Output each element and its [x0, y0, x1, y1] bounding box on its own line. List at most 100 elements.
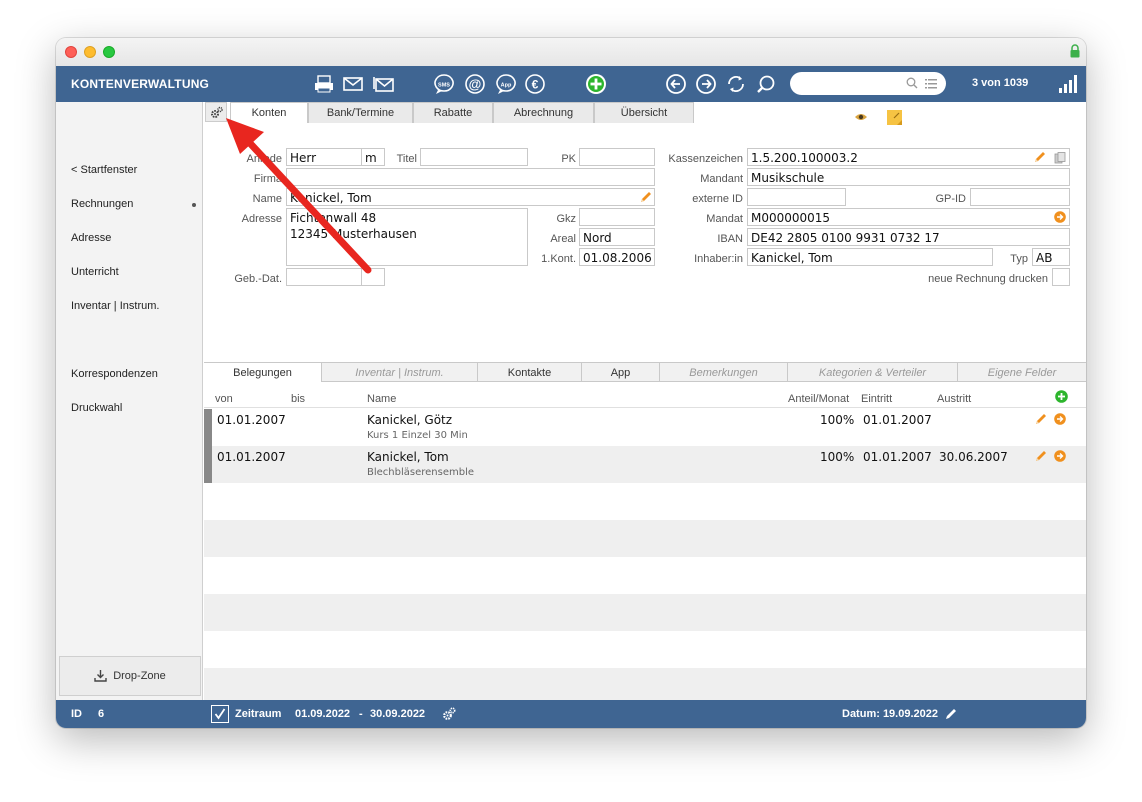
sidebar-item-inventar[interactable]: Inventar | Instrum. [71, 300, 159, 312]
refresh-icon[interactable] [725, 73, 747, 95]
sidebar-item-korrespondenzen[interactable]: Korrespondenzen [71, 368, 158, 380]
at-icon[interactable]: @ [464, 73, 486, 95]
name-label: Name [252, 193, 282, 205]
titel-field[interactable] [420, 148, 528, 166]
table-row[interactable]: 01.01.2007 Kanickel, Götz Kurs 1 Einzel … [204, 409, 1086, 446]
sticky-note-icon[interactable] [886, 109, 903, 126]
areal-field[interactable]: Nord [579, 228, 655, 246]
edit-row-icon[interactable] [1035, 413, 1047, 425]
sms-icon[interactable]: SMS [433, 73, 455, 95]
search-icon[interactable] [755, 73, 777, 95]
datum-display: Datum: 19.09.2022 [842, 708, 938, 720]
search-magnifier-icon [906, 77, 918, 89]
tab-rabatte[interactable]: Rabatte [413, 102, 493, 123]
add-row-icon[interactable] [1055, 390, 1068, 403]
col-anteil[interactable]: Anteil/Monat [788, 393, 849, 405]
open-row-icon[interactable] [1054, 413, 1066, 425]
col-eintritt[interactable]: Eintritt [861, 393, 892, 405]
cell-von: 01.01.2007 [217, 450, 286, 464]
sidebar-item-startfenster[interactable]: < Startfenster [71, 164, 137, 176]
tab-inventar[interactable]: Inventar | Instrum. [322, 363, 478, 382]
zeitraum-checkbox[interactable] [211, 705, 229, 723]
tab-kontakte[interactable]: Kontakte [478, 363, 582, 382]
minimize-window-button[interactable] [84, 46, 96, 58]
signal-bars-icon[interactable] [1058, 74, 1078, 94]
col-name[interactable]: Name [367, 393, 396, 405]
pencil-icon[interactable] [1034, 151, 1046, 163]
sidebar-item-rechnungen[interactable]: Rechnungen [71, 198, 133, 210]
empty-row [204, 557, 1086, 594]
app-icon[interactable]: App [495, 73, 517, 95]
pencil-icon[interactable] [640, 191, 652, 203]
tab-eigene-felder[interactable]: Eigene Felder [958, 363, 1086, 382]
search-options-icon[interactable] [925, 78, 937, 89]
drop-zone-label: Drop-Zone [113, 670, 166, 682]
age-field[interactable] [361, 268, 385, 286]
gender-field[interactable]: m [361, 148, 385, 166]
copy-icon[interactable] [1054, 152, 1066, 164]
mail-icon[interactable] [342, 73, 364, 95]
tab-bank-termine[interactable]: Bank/Termine [308, 102, 413, 123]
neue-rechnung-checkbox[interactable] [1052, 268, 1070, 286]
open-row-icon[interactable] [1054, 450, 1066, 462]
search-input[interactable] [800, 72, 910, 93]
zoom-window-button[interactable] [103, 46, 115, 58]
id-label: ID [71, 708, 82, 720]
col-von[interactable]: von [215, 393, 233, 405]
zeitraum-from[interactable]: 01.09.2022 [295, 708, 350, 720]
externe-id-field[interactable] [747, 188, 846, 206]
settings-gear-button[interactable] [205, 102, 227, 122]
typ-field[interactable]: AB [1032, 248, 1070, 266]
zeitraum-to[interactable]: 30.09.2022 [370, 708, 425, 720]
gp-id-field[interactable] [970, 188, 1070, 206]
search-field[interactable] [790, 72, 946, 95]
mandat-field[interactable]: M000000015 [747, 208, 1070, 226]
iban-field[interactable]: DE42 2805 0100 9931 0732 17 [747, 228, 1070, 246]
eye-icon[interactable] [854, 112, 868, 122]
close-window-button[interactable] [65, 46, 77, 58]
tab-uebersicht[interactable]: Übersicht [594, 102, 694, 123]
table-row[interactable]: 01.01.2007 Kanickel, Tom Blechbläserense… [204, 446, 1086, 483]
pk-field[interactable] [579, 148, 655, 166]
main-content: Konten Bank/Termine Rabatte Abrechnung Ü… [204, 102, 1086, 700]
mail-open-icon[interactable] [373, 73, 395, 95]
anrede-field[interactable]: Herr [286, 148, 362, 166]
forward-icon[interactable] [695, 73, 717, 95]
tab-belegungen[interactable]: Belegungen [204, 363, 322, 382]
tab-konten[interactable]: Konten [230, 102, 308, 123]
sidebar-item-unterricht[interactable]: Unterricht [71, 266, 119, 278]
cell-course: Blechbläserensemble [367, 467, 475, 478]
gkz-field[interactable] [579, 208, 655, 226]
drop-zone[interactable]: Drop-Zone [59, 656, 201, 696]
zeitraum-label: Zeitraum [235, 708, 282, 720]
geb-dat-label: Geb.-Dat. [234, 273, 282, 285]
name-field[interactable]: Kanickel, Tom [286, 188, 655, 206]
kont-field[interactable]: 01.08.2006 [579, 248, 655, 266]
tab-bemerkungen[interactable]: Bemerkungen [660, 363, 788, 382]
grid-header: von bis Name Anteil/Monat Eintritt Austr… [204, 384, 1086, 408]
back-icon[interactable] [665, 73, 687, 95]
kassenzeichen-field[interactable]: 1.5.200.100003.2 [747, 148, 1070, 166]
externe-id-label: externe ID [692, 193, 743, 205]
inhaber-field[interactable]: Kanickel, Tom [747, 248, 993, 266]
zeitraum-gear-icon[interactable] [442, 707, 456, 721]
add-icon[interactable] [585, 73, 607, 95]
detail-tabs: Belegungen Inventar | Instrum. Kontakte … [204, 362, 1086, 382]
euro-icon[interactable]: € [524, 73, 546, 95]
geb-dat-field[interactable] [286, 268, 362, 286]
print-icon[interactable] [313, 73, 335, 95]
app-title: KONTENVERWALTUNG [71, 77, 210, 91]
mandant-field[interactable]: Musikschule [747, 168, 1070, 186]
adresse-field[interactable]: Fichtenwall 48 12345 Musterhausen [286, 208, 528, 266]
sidebar-item-druckwahl[interactable]: Druckwahl [71, 402, 122, 414]
tab-app[interactable]: App [582, 363, 660, 382]
go-arrow-icon[interactable] [1054, 211, 1066, 223]
tab-abrechnung[interactable]: Abrechnung [493, 102, 594, 123]
sidebar-item-adresse[interactable]: Adresse [71, 232, 111, 244]
edit-row-icon[interactable] [1035, 450, 1047, 462]
datum-edit-icon[interactable] [945, 708, 957, 720]
col-bis[interactable]: bis [291, 393, 305, 405]
tab-kategorien[interactable]: Kategorien & Verteiler [788, 363, 958, 382]
col-austritt[interactable]: Austritt [937, 393, 971, 405]
firma-field[interactable] [286, 168, 655, 186]
